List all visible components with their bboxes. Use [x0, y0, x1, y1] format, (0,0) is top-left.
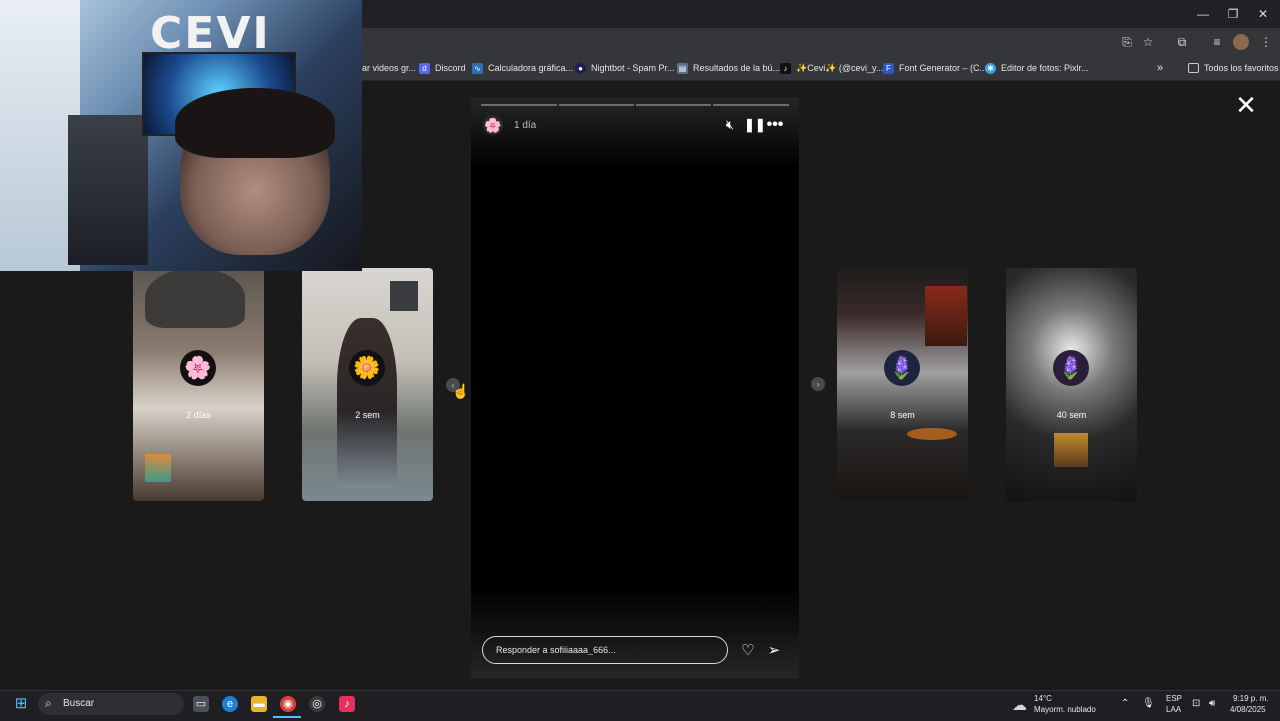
microphone-icon[interactable]: 🎙︎	[1142, 698, 1155, 709]
show-hidden-icons-icon[interactable]: ⌃	[1121, 698, 1129, 709]
restore-button[interactable]: ❐	[1216, 0, 1250, 28]
story-progress-segment	[636, 104, 711, 106]
taskbar-search[interactable]: ⌕ Buscar	[38, 693, 184, 715]
tiktok-icon: ♪	[780, 62, 791, 74]
stage-light	[925, 286, 967, 346]
close-story-button[interactable]: ✕	[1234, 92, 1258, 118]
send-icon[interactable]: ➢	[765, 642, 783, 660]
story-age: 2 días	[186, 410, 211, 420]
sticker-thumbnail	[390, 281, 418, 311]
story-avatar-flower-icon: 🌼	[349, 350, 385, 386]
pause-icon[interactable]: ❚❚	[744, 117, 766, 133]
story-age: 8 sem	[890, 410, 915, 420]
weather-desc[interactable]: Mayorm. nublado	[1034, 705, 1096, 714]
story-preview-card[interactable]: 🪻 40 sem	[1006, 268, 1137, 501]
bookmark-font-generator[interactable]: F Font Generator – (C...	[883, 60, 987, 76]
all-favorites-folder[interactable]: Todos los favoritos	[1188, 60, 1279, 76]
more-options-icon[interactable]: •••	[765, 117, 785, 133]
file-explorer-icon[interactable]: ▬	[251, 696, 267, 712]
install-app-icon[interactable]: ⎘	[1119, 34, 1135, 50]
beanie-shape	[145, 268, 245, 328]
reply-input[interactable]	[482, 636, 728, 664]
story-age: 40 sem	[1056, 410, 1087, 420]
task-view-icon[interactable]: ▭	[193, 696, 209, 712]
pc-shelf	[68, 115, 148, 265]
story-preview-card[interactable]: 🪻 8 sem	[837, 268, 968, 501]
story-progress-segment	[481, 104, 557, 106]
language-top[interactable]: ESP	[1166, 694, 1182, 703]
bookmark-pixlr[interactable]: ✱ Editor de fotos: Pixlr...	[985, 60, 1089, 76]
windows-start-icon[interactable]: ⊞	[13, 696, 29, 712]
tiktok-live-icon[interactable]: ♪	[339, 696, 355, 712]
stage-glow	[907, 428, 957, 440]
cloud-icon[interactable]: ☁	[1012, 696, 1027, 714]
folder-icon	[1188, 63, 1199, 73]
discord-icon: d	[419, 62, 430, 74]
story-progress-segment	[713, 104, 789, 106]
story-avatar-flower-icon: 🪻	[1053, 350, 1089, 386]
story-progress-segment	[559, 104, 634, 106]
story-preview-card[interactable]: 🌸 2 días	[133, 268, 264, 501]
story-age: 2 sem	[355, 410, 380, 420]
minimize-button[interactable]: —	[1186, 0, 1220, 28]
browser-menu-icon[interactable]: ⋮	[1258, 34, 1274, 50]
story-author-avatar[interactable]: 🌸	[483, 115, 503, 135]
story-preview-card[interactable]: 🌼 2 sem	[302, 268, 433, 501]
bookmarks-overflow-button[interactable]: »	[1157, 60, 1163, 76]
sticker-thumbnail	[145, 454, 171, 482]
network-icon[interactable]: ⊡	[1192, 698, 1200, 709]
like-heart-icon[interactable]: ♡	[739, 642, 757, 660]
bookmark-item[interactable]: ar videos gr...	[362, 60, 416, 76]
active-app-indicator	[273, 716, 301, 718]
clock-time[interactable]: 9:19 p. m.	[1233, 694, 1269, 703]
story-time: 1 día	[514, 120, 537, 131]
story-avatar-flower-icon: 🌸	[180, 350, 216, 386]
chrome-icon[interactable]: ◉	[280, 696, 296, 712]
streamer-hair	[175, 88, 335, 158]
sticker-thumbnail	[1054, 433, 1088, 467]
search-icon: ⌕	[45, 696, 52, 710]
profile-avatar-icon[interactable]	[1233, 34, 1249, 50]
mute-icon[interactable]: 🔇︎	[722, 117, 738, 133]
media-controls-icon[interactable]: ≡	[1209, 34, 1225, 50]
story-avatar-flower-icon: 🪻	[884, 350, 920, 386]
extensions-icon[interactable]: ⧉	[1174, 34, 1190, 50]
webcam-overlay: CEVI	[0, 0, 362, 271]
story-viewer[interactable]: 🌸 1 día 🔇︎ ❚❚ ••• ♡ ➢	[471, 98, 799, 678]
bookmark-tiktok[interactable]: ♪ ✨Cevi✨ (@cevi_y...	[780, 60, 883, 76]
weather-temp[interactable]: 14°C	[1034, 694, 1052, 703]
language-bottom[interactable]: LAA	[1166, 705, 1181, 714]
volume-icon[interactable]: 🔊︎	[1209, 698, 1215, 709]
person-silhouette	[337, 318, 397, 488]
bookmark-resultados[interactable]: ▤ Resultados de la bú...	[677, 60, 780, 76]
desmos-icon: ∿	[472, 62, 483, 74]
page-icon: ▤	[677, 62, 688, 74]
bookmark-discord[interactable]: d Discord	[419, 60, 466, 76]
close-window-button[interactable]: ✕	[1246, 0, 1280, 28]
bookmark-calculadora[interactable]: ∿ Calculadora gráfica...	[472, 60, 573, 76]
obs-icon[interactable]: ◎	[309, 696, 325, 712]
edge-icon[interactable]: e	[222, 696, 238, 712]
next-story-button[interactable]: ›	[811, 377, 825, 391]
bookmark-nightbot[interactable]: ● Nightbot - Spam Pr...	[575, 60, 675, 76]
pixlr-icon: ✱	[985, 62, 996, 74]
star-bookmark-icon[interactable]: ☆	[1140, 34, 1156, 50]
font-generator-icon: F	[883, 62, 894, 74]
nightbot-icon: ●	[575, 62, 586, 74]
clock-date[interactable]: 4/08/2025	[1230, 705, 1266, 714]
cursor-hand-icon: ☝	[452, 383, 470, 399]
